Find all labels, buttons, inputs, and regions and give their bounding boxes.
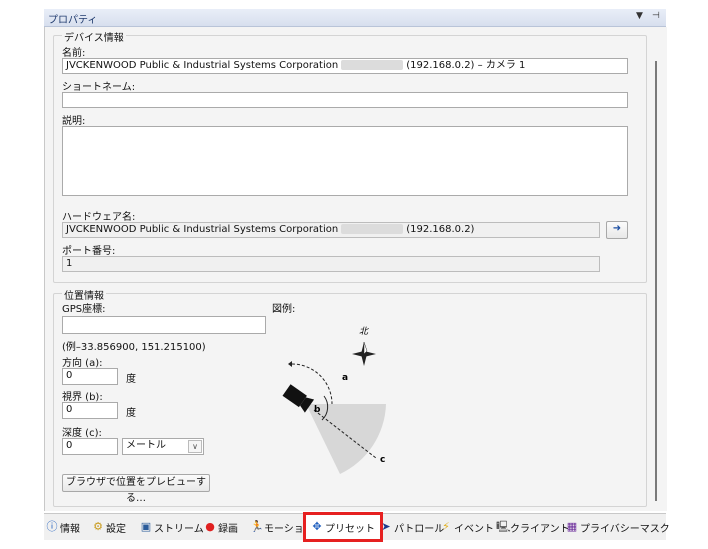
redacted-host — [341, 224, 404, 234]
gears-icon: ⚙ — [93, 520, 103, 533]
compass-icon — [352, 341, 376, 366]
view-label: 視界 (b): — [62, 392, 103, 403]
device-info-group: デバイス情報 名前: JVCKENWOOD Public & Industria… — [53, 29, 647, 283]
properties-content: デバイス情報 名前: JVCKENWOOD Public & Industria… — [44, 27, 667, 511]
hardware-name-label: ハードウェア名: — [62, 212, 136, 223]
depth-input[interactable]: 0 — [62, 438, 118, 455]
diagram-label-c: c — [380, 455, 385, 465]
tab-client[interactable]: 🖳 クライアント — [496, 518, 570, 536]
go-to-hardware-button[interactable]: ➜ — [606, 221, 628, 239]
description-field[interactable] — [62, 126, 628, 196]
port-field: 1 — [62, 256, 600, 272]
preset-move-icon: ✥ — [312, 520, 322, 533]
direction-label: 方向 (a): — [62, 358, 103, 369]
tab-recording[interactable]: ● 録画 — [204, 518, 238, 536]
view-unit: 度 — [126, 408, 136, 419]
properties-panel: プロパティ ▼ ⊣ デバイス情報 名前: JVCKENWOOD Public &… — [44, 9, 670, 542]
tab-privacy-mask[interactable]: ▦ プライバシーマスク — [566, 518, 670, 536]
chevron-down-icon: ∨ — [188, 440, 202, 453]
tab-patrol[interactable]: ➤ パトロール — [380, 518, 444, 536]
client-icon: 🖳 — [496, 520, 511, 533]
tab-streams[interactable]: ▣ ストリーム — [140, 518, 204, 536]
gps-label: GPS座標: — [62, 304, 106, 315]
tab-settings[interactable]: ⚙ 設定 — [92, 518, 126, 536]
arrow-right-icon: ➜ — [612, 223, 622, 234]
privacy-mask-icon: ▦ — [566, 520, 578, 533]
pin-icon[interactable]: ⊣ — [652, 11, 660, 21]
diagram-label-a: a — [342, 373, 348, 383]
redacted-host — [341, 60, 404, 70]
view-input[interactable]: 0 — [62, 402, 118, 419]
motion-icon: 🏃 — [250, 520, 264, 533]
short-name-label: ショートネーム: — [62, 82, 136, 93]
gps-input[interactable] — [62, 316, 266, 334]
hardware-name-field: JVCKENWOOD Public & Industrial Systems C… — [62, 222, 600, 238]
diagram-label-b: b — [314, 405, 321, 415]
tab-motion[interactable]: 🏃 モーショ — [250, 518, 304, 536]
name-label: 名前: — [62, 48, 86, 59]
name-field[interactable]: JVCKENWOOD Public & Industrial Systems C… — [62, 58, 628, 74]
direction-input[interactable]: 0 — [62, 368, 118, 385]
vertical-scrollbar[interactable] — [655, 61, 657, 501]
location-info-group: 位置情報 GPS座標: (例–33.856900, 151.215100) 図例… — [53, 287, 647, 507]
window-title: プロパティ — [48, 15, 98, 26]
patrol-icon: ➤ — [381, 520, 391, 533]
stream-icon: ▣ — [140, 520, 152, 533]
legend-label: 図例: — [272, 304, 296, 315]
tab-events[interactable]: ⚡ イベント — [440, 518, 494, 536]
dropdown-arrow-icon[interactable]: ▼ — [636, 11, 643, 21]
north-label: 北 — [359, 326, 369, 337]
port-label: ポート番号: — [62, 246, 116, 257]
tab-presets[interactable]: ✥ プリセット — [303, 512, 383, 542]
direction-unit: 度 — [126, 374, 136, 385]
tab-info[interactable]: ⓘ 情報 — [46, 518, 81, 536]
tab-bar: ⓘ 情報 ⚙ 設定 ▣ ストリーム ● 録画 🏃 モーショ ✥ プリセット ➤ パトロール ⚡… — [44, 512, 670, 542]
gps-example: (例–33.856900, 151.215100) — [62, 342, 206, 353]
info-icon: ⓘ — [46, 520, 58, 533]
record-icon: ● — [205, 520, 215, 533]
depth-label: 深度 (c): — [62, 428, 102, 439]
preview-location-button[interactable]: ブラウザで位置をプレビューする… — [62, 474, 210, 504]
description-label: 説明: — [62, 116, 86, 127]
device-info-title: デバイス情報 — [62, 29, 126, 44]
depth-unit-select[interactable]: メートル ∨ — [122, 438, 204, 455]
camera-orientation-diagram: 北 a b c — [282, 326, 386, 474]
short-name-field[interactable] — [62, 92, 628, 108]
event-icon: ⚡ — [442, 520, 450, 533]
title-bar: プロパティ ▼ ⊣ — [44, 9, 666, 27]
